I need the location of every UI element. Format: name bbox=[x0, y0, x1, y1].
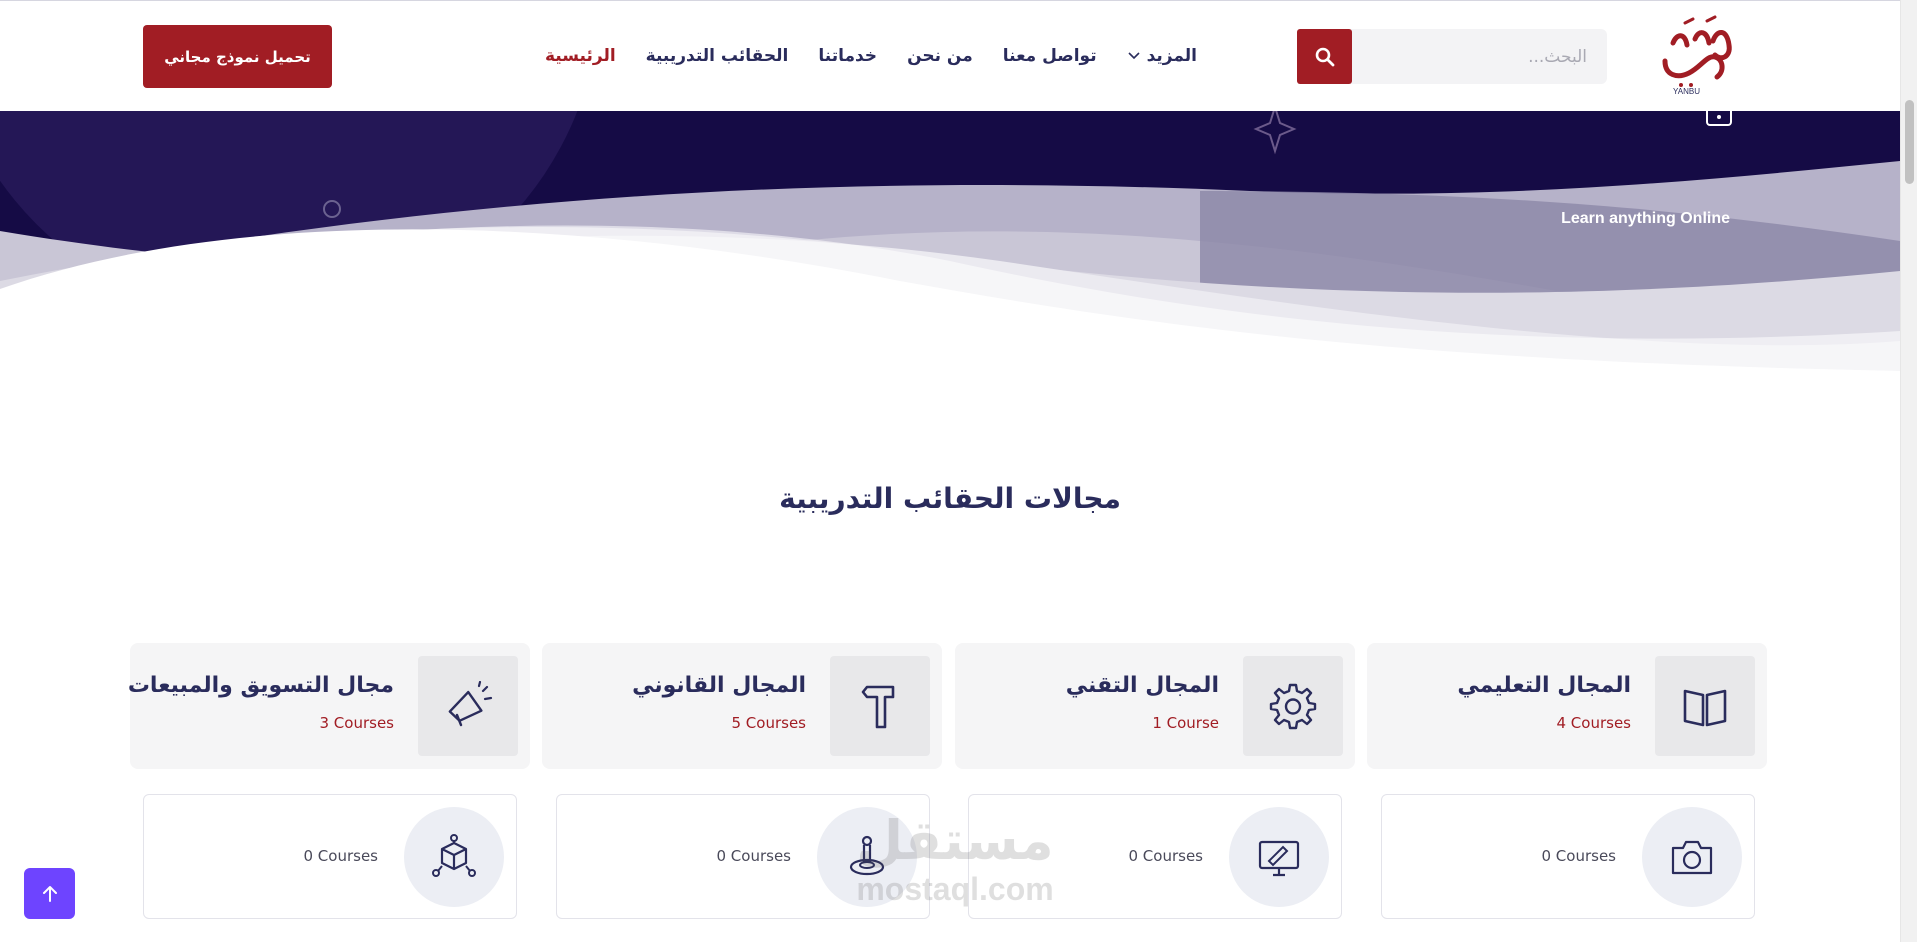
subcategory-course-count: 0 Courses bbox=[1128, 847, 1204, 865]
nav-contact[interactable]: تواصل معنا bbox=[1003, 46, 1097, 66]
3d-cube-icon bbox=[432, 834, 476, 877]
category-course-count: 1 Course bbox=[1152, 714, 1219, 732]
nav-label: الحقائب التدريبية bbox=[645, 46, 789, 66]
category-title: المجال التعليمي bbox=[1457, 673, 1631, 698]
category-title: المجال التقني bbox=[1065, 673, 1219, 698]
subcategory-card-design[interactable]: 0 Courses bbox=[968, 794, 1342, 919]
site-header: YANBU الرئيسية الحقائب التدريبية خدماتنا… bbox=[0, 0, 1900, 111]
arrow-up-icon bbox=[42, 885, 57, 902]
nav-label: الرئيسية bbox=[545, 46, 616, 66]
nav-label: المزيد bbox=[1146, 46, 1197, 66]
nav-label: خدماتنا bbox=[818, 46, 878, 66]
gear-icon bbox=[1269, 683, 1317, 730]
nav-more[interactable]: المزيد bbox=[1127, 46, 1197, 66]
nav-label: من نحن bbox=[907, 46, 973, 66]
category-icon-box bbox=[830, 656, 930, 756]
hero-tagline: Learn anything Online bbox=[1561, 210, 1730, 227]
back-to-top-button[interactable] bbox=[24, 868, 75, 919]
subcategory-course-count: 0 Courses bbox=[303, 847, 379, 865]
subcategory-icon-circle bbox=[404, 807, 504, 907]
category-card-education[interactable]: المجال التعليمي 4 Courses bbox=[1367, 643, 1767, 769]
nav-about[interactable]: من نحن bbox=[907, 46, 973, 66]
hero-waves bbox=[0, 111, 1900, 371]
category-icon-box bbox=[1243, 656, 1343, 756]
design-monitor-icon bbox=[1258, 840, 1300, 877]
subcategory-course-count: 0 Courses bbox=[716, 847, 792, 865]
subcategory-course-count: 0 Courses bbox=[1541, 847, 1617, 865]
subcategory-icon-circle bbox=[1229, 807, 1329, 907]
category-card-marketing-sales[interactable]: مجال التسويق والمبيعات 3 Courses bbox=[127, 643, 530, 769]
download-free-sample-button[interactable]: تحميل نموذج مجاني bbox=[143, 25, 332, 88]
page-scrollbar[interactable] bbox=[1900, 0, 1917, 942]
book-icon bbox=[1683, 689, 1727, 727]
category-course-count: 3 Courses bbox=[319, 714, 395, 732]
joystick-icon bbox=[849, 835, 885, 876]
category-card-legal[interactable]: المجال القانوني 5 Courses bbox=[542, 643, 942, 769]
subcategory-icon-circle bbox=[817, 807, 917, 907]
subcategory-card-gaming[interactable]: 0 Courses bbox=[556, 794, 930, 919]
category-icon-box bbox=[418, 656, 518, 756]
search-bar bbox=[1297, 29, 1607, 84]
main-nav: الرئيسية الحقائب التدريبية خدماتنا من نح… bbox=[545, 39, 1197, 73]
category-card-technical[interactable]: المجال التقني 1 Course bbox=[955, 643, 1355, 769]
category-course-count: 5 Courses bbox=[731, 714, 807, 732]
yanbu-logo[interactable]: YANBU bbox=[1655, 15, 1740, 96]
category-course-count: 4 Courses bbox=[1556, 714, 1632, 732]
search-input[interactable] bbox=[1351, 29, 1607, 84]
nav-training-kits[interactable]: الحقائب التدريبية bbox=[646, 46, 789, 66]
search-button[interactable] bbox=[1297, 29, 1352, 84]
chevron-down-icon bbox=[1128, 52, 1140, 60]
subcategory-icon-circle bbox=[1642, 807, 1742, 907]
nav-home[interactable]: الرئيسية bbox=[545, 46, 616, 66]
nav-services[interactable]: خدماتنا bbox=[818, 46, 877, 66]
category-title: المجال القانوني bbox=[632, 673, 806, 698]
nav-label: تواصل معنا bbox=[1002, 46, 1097, 66]
hero-banner: Learn anything Online bbox=[0, 111, 1900, 371]
subcategory-card-photography[interactable]: 0 Courses bbox=[1381, 794, 1755, 919]
logo-text: YANBU bbox=[1673, 87, 1700, 95]
subcategory-card-3d[interactable]: 0 Courses bbox=[143, 794, 517, 919]
megaphone-icon bbox=[448, 681, 493, 727]
section-title: مجالات الحقائب التدريبية bbox=[779, 482, 1121, 515]
scrollbar-thumb[interactable] bbox=[1905, 100, 1914, 184]
camera-icon bbox=[1671, 840, 1713, 875]
category-icon-box bbox=[1655, 656, 1755, 756]
hammer-icon bbox=[861, 685, 895, 729]
category-title: مجال التسويق والمبيعات bbox=[127, 673, 394, 698]
search-icon bbox=[1315, 47, 1334, 66]
